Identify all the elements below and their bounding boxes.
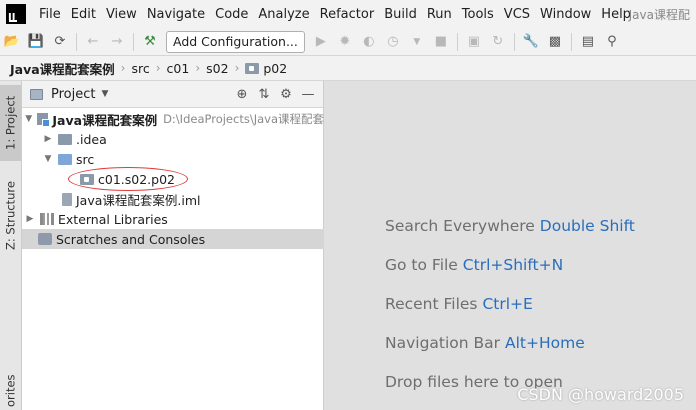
- menu-window[interactable]: Window: [535, 7, 596, 22]
- tab-structure[interactable]: Z: Structure: [0, 173, 21, 259]
- tree-label-root: Java课程配套案例: [52, 112, 158, 128]
- tree-label-external: External Libraries: [58, 211, 168, 227]
- project-panel-header: Project ▼ ⊕ ⇅ ⚙ —: [22, 81, 323, 108]
- breadcrumb: Java课程配套案例 › src › c01 › s02 › p02: [0, 56, 696, 81]
- menu-navigate[interactable]: Navigate: [142, 7, 210, 22]
- add-configuration-button[interactable]: Add Configuration...: [166, 30, 305, 53]
- expand-arrow-icon[interactable]: ▼: [42, 154, 54, 164]
- chevron-right-icon: ›: [120, 61, 126, 75]
- left-tool-strip: 1: Project Z: Structure orites: [0, 81, 22, 410]
- chevron-right-icon: ›: [195, 61, 201, 75]
- tab-project[interactable]: 1: Project: [0, 85, 21, 161]
- coverage-icon[interactable]: ◐: [360, 33, 378, 51]
- main-toolbar: 📂 💾 ⟳ ← → ⚒ Add Configuration... ▶ ✹ ◐ ◷…: [0, 28, 696, 56]
- menu-file[interactable]: File: [34, 7, 66, 22]
- project-tool-window: Project ▼ ⊕ ⇅ ⚙ — ▼ Java课程配套案例 D:\IdeaPr…: [22, 81, 324, 410]
- forward-arrow-icon[interactable]: →: [108, 33, 126, 51]
- editor-empty-area: Search Everywhere Double Shift Go to Fil…: [324, 81, 696, 410]
- gear-icon[interactable]: ⚙: [277, 85, 295, 103]
- device-icon[interactable]: ▣: [465, 33, 483, 51]
- source-folder-icon: [58, 153, 72, 165]
- menu-code[interactable]: Code: [210, 7, 253, 22]
- menu-bar: IJ File Edit View Navigate Code Analyze …: [0, 0, 696, 28]
- watermark: CSDN @howard2005: [517, 385, 684, 404]
- collapse-arrow-icon[interactable]: ▶: [42, 134, 54, 144]
- breadcrumb-s02[interactable]: s02: [206, 61, 228, 76]
- package-icon: [80, 173, 94, 185]
- vcs-update-icon[interactable]: ↻: [489, 33, 507, 51]
- tree-row-scratches[interactable]: Scratches and Consoles: [22, 229, 324, 249]
- expand-arrow-icon[interactable]: ▼: [24, 114, 33, 124]
- tab-favorites[interactable]: orites: [0, 371, 21, 410]
- project-structure-icon[interactable]: ▩: [546, 33, 564, 51]
- breadcrumb-p02[interactable]: p02: [245, 61, 287, 76]
- debug-icon[interactable]: ✹: [336, 33, 354, 51]
- intellij-logo-icon: IJ: [6, 4, 26, 24]
- project-view-icon: [30, 88, 43, 100]
- tree-label-src: src: [76, 151, 95, 167]
- tree-label-iml: Java课程配套案例.iml: [76, 192, 201, 208]
- toolbar-divider: [456, 32, 458, 51]
- menu-view[interactable]: View: [101, 7, 142, 22]
- tree-label-idea: .idea: [76, 131, 107, 147]
- tree-label-scratches: Scratches and Consoles: [56, 231, 206, 247]
- collapse-arrow-icon[interactable]: ▶: [24, 214, 36, 224]
- tree-row-external-libraries[interactable]: ▶ External Libraries: [22, 209, 324, 229]
- locate-target-icon[interactable]: ⊕: [233, 85, 251, 103]
- toolbar-divider: [570, 32, 572, 51]
- tree-row-iml[interactable]: Java课程配套案例.iml: [22, 189, 324, 209]
- menu-run[interactable]: Run: [422, 7, 457, 22]
- chevron-right-icon: ›: [234, 61, 240, 75]
- build-hammer-icon[interactable]: ⚒: [141, 33, 159, 51]
- search-icon[interactable]: ⚲: [603, 33, 621, 51]
- open-folder-icon[interactable]: 📂: [3, 33, 21, 51]
- tree-row-src[interactable]: ▼ src: [22, 149, 324, 169]
- hint-navigation-bar: Navigation Bar Alt+Home: [385, 334, 585, 352]
- back-arrow-icon[interactable]: ←: [84, 33, 102, 51]
- terminal-icon[interactable]: ▤: [579, 33, 597, 51]
- toolbar-divider: [76, 32, 77, 51]
- profile-icon[interactable]: ◷: [384, 33, 402, 51]
- scratches-icon: [38, 233, 52, 245]
- minimize-icon[interactable]: —: [299, 85, 317, 103]
- menu-refactor[interactable]: Refactor: [315, 7, 380, 22]
- tree-root-path: D:\IdeaProjects\Java课程配套: [163, 112, 324, 126]
- tree-row-project-root[interactable]: ▼ Java课程配套案例 D:\IdeaProjects\Java课程配套: [22, 109, 324, 129]
- breadcrumb-src[interactable]: src: [131, 61, 149, 76]
- iml-file-icon: [62, 192, 72, 206]
- hint-recent-files: Recent Files Ctrl+E: [385, 295, 533, 313]
- menu-build[interactable]: Build: [379, 7, 422, 22]
- library-icon: [40, 213, 54, 225]
- menu-edit[interactable]: Edit: [66, 7, 101, 22]
- chevron-down-icon[interactable]: ▼: [101, 89, 108, 99]
- module-icon: [37, 113, 51, 127]
- dropdown-arrow-icon[interactable]: ▼: [408, 33, 426, 51]
- collapse-all-icon[interactable]: ⇅: [255, 85, 273, 103]
- save-icon[interactable]: 💾: [27, 33, 45, 51]
- sync-icon[interactable]: ⟳: [51, 33, 69, 51]
- window-title: Java课程配: [628, 8, 690, 22]
- breadcrumb-project[interactable]: Java课程配套案例: [10, 59, 115, 78]
- menu-tools[interactable]: Tools: [457, 7, 499, 22]
- project-view-selector[interactable]: Project: [51, 87, 95, 102]
- run-icon[interactable]: ▶: [312, 33, 330, 51]
- menu-analyze[interactable]: Analyze: [253, 7, 314, 22]
- folder-icon: [58, 133, 72, 145]
- tree-label-package: c01.s02.p02: [98, 171, 175, 187]
- toolbar-divider: [133, 32, 134, 51]
- tree-row-package[interactable]: c01.s02.p02: [22, 169, 324, 189]
- hint-search-everywhere: Search Everywhere Double Shift: [385, 217, 635, 235]
- breadcrumb-c01[interactable]: c01: [167, 61, 190, 76]
- toolbar-divider: [513, 32, 515, 51]
- wrench-settings-icon[interactable]: 🔧: [522, 33, 540, 51]
- hint-go-to-file: Go to File Ctrl+Shift+N: [385, 256, 564, 274]
- package-icon: [245, 62, 260, 74]
- menu-vcs[interactable]: VCS: [499, 7, 535, 22]
- chevron-right-icon: ›: [155, 61, 161, 75]
- tree-row-idea[interactable]: ▶ .idea: [22, 129, 324, 149]
- stop-icon[interactable]: ■: [432, 33, 450, 51]
